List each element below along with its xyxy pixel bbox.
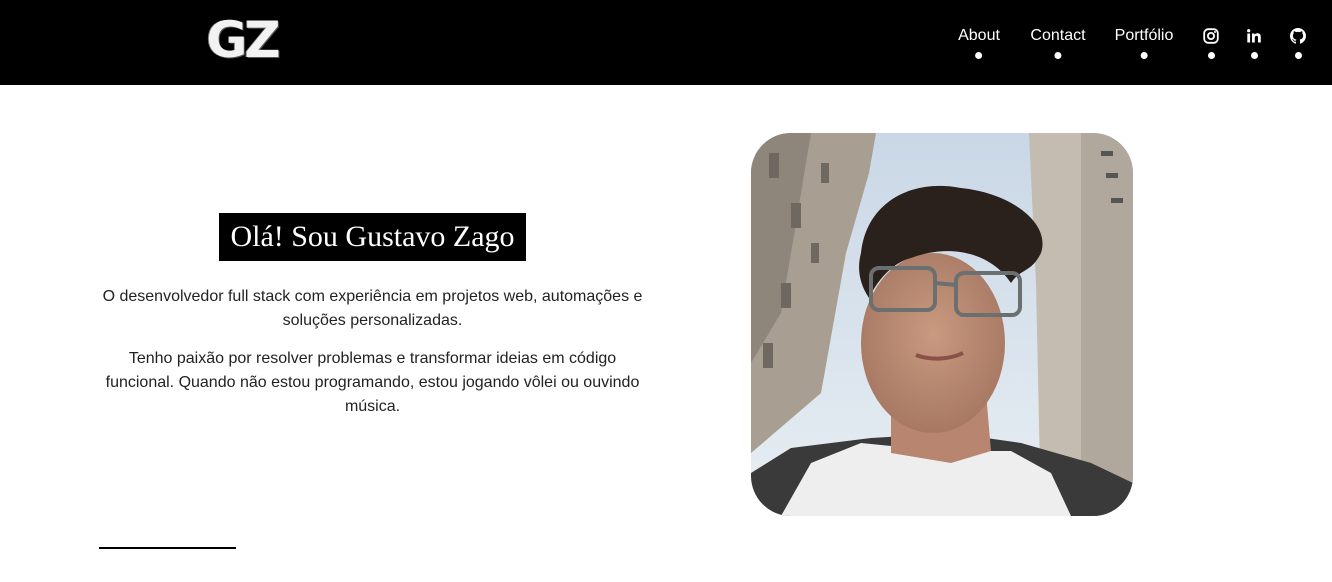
nav-portfolio-label: Portfólio — [1114, 27, 1174, 44]
nav-dot — [1294, 52, 1302, 59]
linkedin-icon — [1244, 26, 1264, 46]
section-divider — [99, 547, 236, 549]
profile-photo — [751, 133, 1133, 516]
nav-dot — [975, 52, 983, 59]
site-logo[interactable]: GZ — [202, 8, 282, 72]
nav-dot — [1054, 52, 1062, 59]
github-link[interactable] — [1288, 26, 1308, 59]
hero-title: Olá! Sou Gustavo Zago — [219, 213, 526, 261]
instagram-link[interactable] — [1201, 26, 1221, 59]
nav-dot — [1140, 52, 1148, 59]
github-icon — [1288, 26, 1308, 46]
hero-paragraph-2: Tenho paixão por resolver problemas e tr… — [105, 350, 640, 415]
nav-contact[interactable]: Contact — [1030, 26, 1086, 59]
nav-about-label: About — [958, 27, 1000, 44]
nav-dot — [1207, 52, 1215, 59]
hero-intro: Olá! Sou Gustavo Zago O desenvolvedor fu… — [95, 213, 650, 433]
instagram-icon — [1201, 26, 1221, 46]
hero-paragraph-1: O desenvolvedor full stack com experiênc… — [102, 288, 643, 329]
nav-portfolio[interactable]: Portfólio — [1114, 26, 1174, 59]
navbar: GZ About Contact Portfólio — [0, 0, 1332, 85]
nav-contact-label: Contact — [1030, 27, 1086, 44]
logo-text: GZ — [206, 11, 280, 69]
nav-dot — [1250, 52, 1258, 59]
linkedin-link[interactable] — [1244, 26, 1264, 59]
nav-about[interactable]: About — [958, 26, 1000, 59]
